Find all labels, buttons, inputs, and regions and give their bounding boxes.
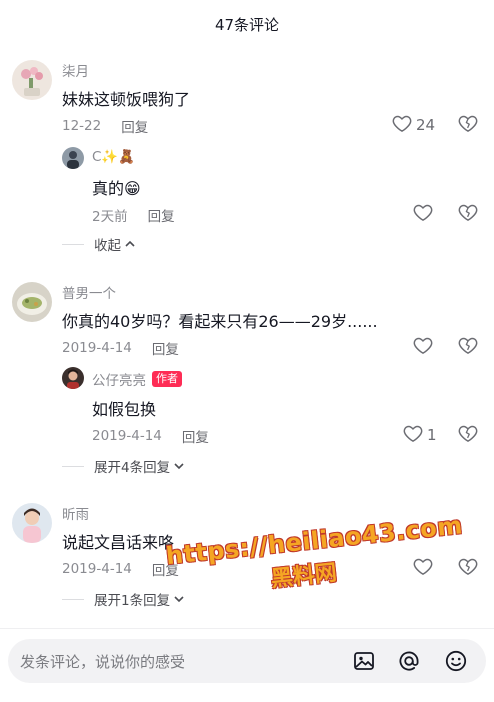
- reply-date: 2天前: [92, 209, 128, 225]
- reply-avatar[interactable]: [62, 367, 84, 389]
- avatar[interactable]: [12, 503, 52, 543]
- like-button[interactable]: 1: [403, 424, 437, 446]
- chevron-up-icon: [125, 236, 135, 252]
- chevron-down-icon: [174, 458, 184, 474]
- dislike-button[interactable]: [458, 424, 478, 446]
- watermark-url: https://heiliao43.com: [164, 511, 464, 571]
- comment-date: 2019-4-14: [62, 561, 132, 577]
- author-badge: 作者: [152, 371, 182, 387]
- divider-line: [62, 243, 84, 245]
- comment-author[interactable]: 昕雨: [62, 503, 89, 523]
- dislike-button[interactable]: [458, 557, 478, 579]
- comment-author[interactable]: 柒月: [62, 60, 89, 80]
- reply-meta: 2天前 回复: [92, 205, 175, 225]
- reply-author-row: 公仔亮亮 作者: [92, 369, 182, 389]
- comment-input-placeholder: 发条评论，说说你的感受: [20, 653, 186, 671]
- comment-date: 12-22: [62, 118, 102, 134]
- comment-meta: 12-22 回复: [62, 116, 148, 136]
- reply-text[interactable]: 如假包换: [92, 396, 156, 420]
- expand-replies-button[interactable]: 展开4条回复: [62, 456, 184, 476]
- dislike-button[interactable]: [458, 203, 478, 225]
- dislike-button[interactable]: [458, 114, 478, 136]
- reply-button[interactable]: 回复: [182, 426, 209, 446]
- reply-button[interactable]: 回复: [152, 338, 179, 358]
- broken-heart-icon: [458, 337, 478, 358]
- like-button[interactable]: [413, 203, 437, 225]
- watermark-site-name: 黑料网: [269, 560, 339, 593]
- collapse-replies-button[interactable]: 收起: [62, 234, 135, 254]
- comment-count-title: 47条评论: [214, 16, 280, 34]
- broken-heart-icon: [458, 558, 478, 579]
- at-icon[interactable]: [397, 649, 421, 673]
- broken-heart-icon: [458, 204, 478, 225]
- comment-date: 2019-4-14: [62, 340, 132, 356]
- comment-input-bar: 发条评论，说说你的感受: [0, 628, 494, 702]
- like-button[interactable]: [413, 336, 437, 358]
- heart-outline-icon: [413, 336, 433, 358]
- reply-button[interactable]: 回复: [148, 205, 175, 225]
- comment-meta: 2019-4-14 回复: [62, 559, 179, 579]
- comment-meta: 2019-4-14 回复: [62, 338, 179, 358]
- comment-author[interactable]: 普男一个: [62, 282, 116, 302]
- avatar[interactable]: [12, 282, 52, 322]
- like-count: 1: [427, 426, 437, 444]
- image-icon[interactable]: [352, 649, 376, 673]
- divider-line: [62, 465, 84, 467]
- like-button[interactable]: 24: [392, 114, 435, 136]
- comments-header: 47条评论: [0, 0, 494, 46]
- reply-meta: 2019-4-14 回复: [92, 426, 209, 446]
- expand-label: 展开1条回复: [94, 593, 171, 609]
- reply-author[interactable]: 公仔亮亮: [92, 369, 146, 389]
- expand-label: 展开4条回复: [94, 460, 171, 476]
- dislike-button[interactable]: [458, 336, 478, 358]
- collapse-label: 收起: [94, 238, 121, 254]
- heart-outline-icon: [413, 203, 433, 225]
- reply-author[interactable]: C✨🧸: [92, 149, 135, 165]
- comment-text[interactable]: 妹妹这顿饭喂狗了: [62, 86, 190, 110]
- watermark: https://heiliao43.com 黑料网: [164, 511, 464, 622]
- heart-outline-icon: [403, 424, 423, 446]
- chevron-down-icon: [174, 591, 184, 607]
- comment-text[interactable]: 你真的40岁吗？看起来只有26——29岁......: [62, 308, 378, 332]
- expand-replies-button[interactable]: 展开1条回复: [62, 589, 184, 609]
- comment-text[interactable]: 说起文昌话来咯: [62, 529, 174, 553]
- heart-outline-icon: [413, 557, 433, 579]
- like-count: 24: [416, 116, 436, 134]
- heart-outline-icon: [392, 114, 412, 136]
- avatar[interactable]: [12, 60, 52, 100]
- broken-heart-icon: [458, 425, 478, 446]
- emoji-icon[interactable]: [444, 649, 468, 673]
- comment-input[interactable]: 发条评论，说说你的感受: [8, 639, 486, 683]
- divider-line: [62, 598, 84, 600]
- reply-avatar[interactable]: [62, 147, 84, 169]
- reply-button[interactable]: 回复: [121, 116, 148, 136]
- reply-text[interactable]: 真的😁: [92, 175, 141, 199]
- reply-button[interactable]: 回复: [152, 559, 179, 579]
- like-button[interactable]: [413, 557, 437, 579]
- broken-heart-icon: [458, 115, 478, 136]
- reply-date: 2019-4-14: [92, 428, 162, 444]
